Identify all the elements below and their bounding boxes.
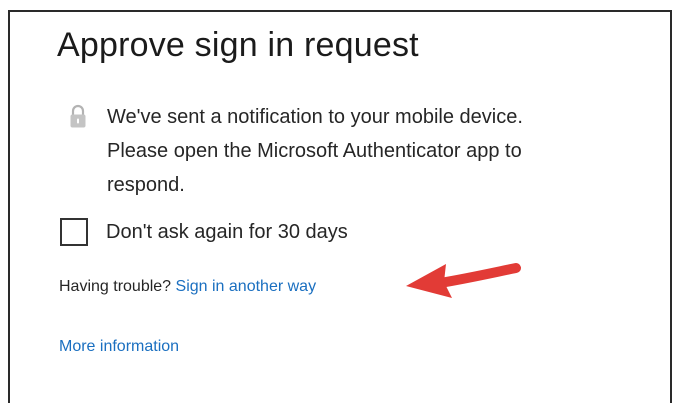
lock-icon bbox=[70, 104, 86, 128]
notice-line-1: We've sent a notification to your mobile… bbox=[107, 106, 523, 128]
sign-in-another-way-link[interactable]: Sign in another way bbox=[176, 278, 317, 295]
dont-ask-again-label[interactable]: Don't ask again for 30 days bbox=[106, 218, 348, 246]
having-trouble-text: Having trouble? bbox=[59, 278, 172, 295]
red-arrow-icon bbox=[406, 263, 521, 298]
notification-message: We've sent a notification to your mobile… bbox=[107, 100, 647, 202]
dont-ask-again-checkbox[interactable] bbox=[60, 218, 88, 246]
notice-line-2: Please open the Microsoft Authenticator … bbox=[107, 140, 522, 162]
trouble-row: Having trouble? Sign in another way bbox=[59, 275, 316, 299]
notice-line-3: respond. bbox=[107, 174, 185, 196]
page-title: Approve sign in request bbox=[57, 26, 419, 64]
more-information-link[interactable]: More information bbox=[59, 335, 179, 359]
